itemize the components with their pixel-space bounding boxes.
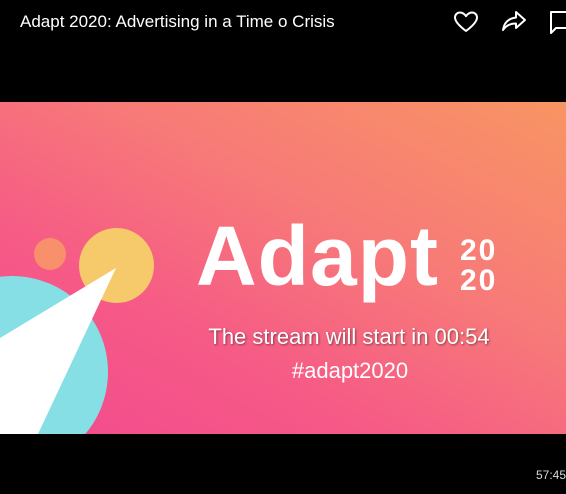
time-label: 57:45 <box>535 468 566 482</box>
year-top: 20 <box>460 234 498 267</box>
heart-icon[interactable] <box>452 8 480 36</box>
stream-countdown: The stream will start in 00:54 <box>208 324 490 349</box>
top-bar: Adapt 2020: Advertising in a Time o Cris… <box>0 0 566 44</box>
video-player[interactable]: Adapt 20 20 The stream will start in 00:… <box>0 102 566 434</box>
stream-title: Adapt 2020: Advertising in a Time o Cris… <box>20 12 335 31</box>
event-hashtag: #adapt2020 <box>291 358 409 383</box>
comment-bubble-icon[interactable] <box>546 8 566 36</box>
year-bottom: 20 <box>460 264 498 297</box>
share-arrow-icon[interactable] <box>500 8 528 36</box>
adapt-logo-year: 20 20 <box>460 236 506 296</box>
adapt-logo-text: Adapt <box>196 209 439 303</box>
